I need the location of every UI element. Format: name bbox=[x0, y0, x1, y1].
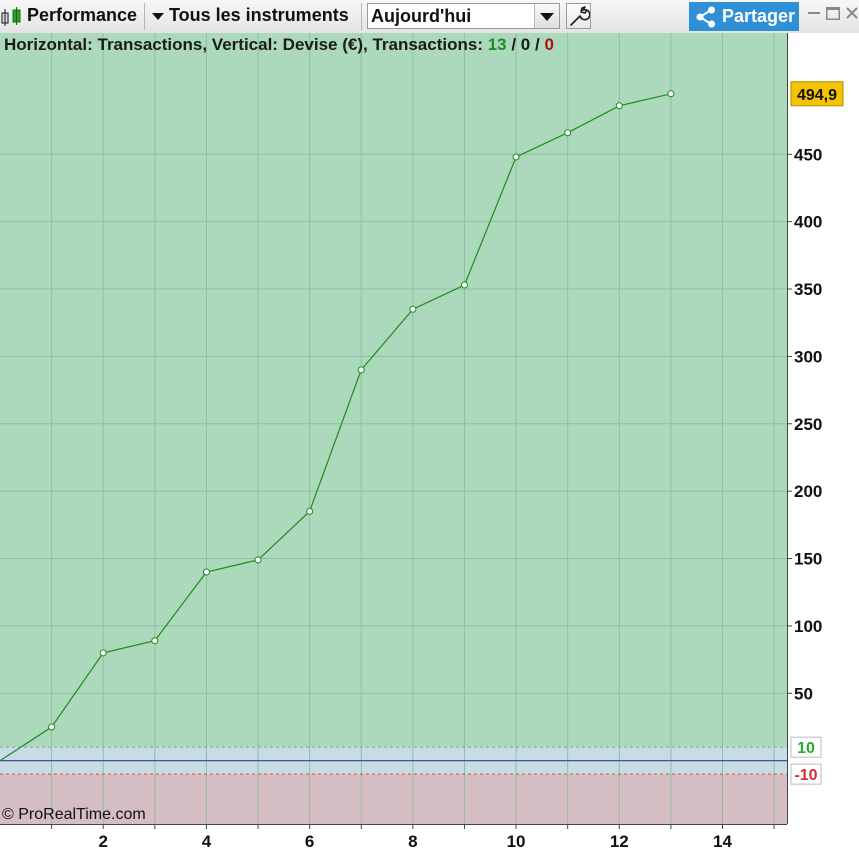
close-icon[interactable] bbox=[845, 5, 859, 21]
y-tick-label: 200 bbox=[794, 482, 822, 501]
neutral-trades-count: 0 bbox=[520, 35, 531, 54]
data-point bbox=[202, 568, 210, 576]
data-point bbox=[615, 102, 623, 110]
performance-label[interactable]: Performance bbox=[27, 5, 137, 26]
period-select-arrow[interactable] bbox=[534, 4, 559, 28]
lower-threshold-label: -10 bbox=[794, 767, 817, 784]
chart-header: Horizontal: Transactions, Vertical: Devi… bbox=[4, 35, 554, 55]
x-tick-label: 2 bbox=[98, 832, 107, 851]
last-value-label: 494,9 bbox=[797, 87, 837, 104]
chevron-down-icon bbox=[540, 13, 554, 21]
copyright: © ProRealTime.com bbox=[2, 806, 146, 823]
x-tick-label: 12 bbox=[610, 832, 629, 851]
toolbar: Performance Tous les instruments Aujourd… bbox=[0, 0, 859, 34]
share-button[interactable]: Partager bbox=[689, 2, 799, 31]
data-point bbox=[306, 507, 314, 515]
chart-area[interactable]: 50 100 150 200 250 300 350 400 450 2 4 6 8 10 12 14 49… bbox=[0, 33, 859, 853]
profit-zone bbox=[0, 33, 787, 748]
upper-threshold-label: 10 bbox=[797, 740, 815, 757]
data-point bbox=[512, 153, 520, 161]
y-tick-label: 100 bbox=[794, 617, 822, 636]
minimize-icon[interactable] bbox=[808, 12, 820, 14]
data-point bbox=[48, 723, 56, 731]
x-tick-label: 6 bbox=[305, 832, 314, 851]
share-icon bbox=[696, 6, 715, 28]
y-tick-label: 450 bbox=[794, 145, 822, 164]
y-tick-label: 400 bbox=[794, 213, 822, 232]
data-point bbox=[564, 129, 572, 137]
x-tick-label: 10 bbox=[507, 832, 526, 851]
header-separator: / bbox=[506, 35, 521, 54]
y-tick-label: 350 bbox=[794, 280, 822, 299]
y-tick-label: 150 bbox=[794, 550, 822, 569]
y-tick-label: 50 bbox=[794, 684, 813, 703]
x-tick-label: 4 bbox=[202, 832, 212, 851]
header-separator: / bbox=[530, 35, 545, 54]
x-axis-panel[interactable] bbox=[0, 824, 787, 853]
maximize-icon[interactable] bbox=[826, 7, 840, 20]
candlestick-icon[interactable] bbox=[0, 6, 24, 28]
x-tick-label: 8 bbox=[408, 832, 417, 851]
period-select-value: Aujourd'hui bbox=[371, 6, 472, 26]
data-point bbox=[667, 90, 675, 98]
period-select[interactable]: Aujourd'hui bbox=[367, 3, 560, 29]
data-point bbox=[357, 366, 365, 374]
winning-trades-count: 13 bbox=[487, 35, 507, 54]
instruments-dropdown[interactable]: Tous les instruments bbox=[169, 5, 349, 26]
toolbar-divider bbox=[361, 3, 362, 30]
data-point bbox=[99, 649, 107, 657]
wrench-icon bbox=[570, 6, 591, 26]
performance-chart[interactable]: 50100150200250300350400450 2 4 6 8 10 12 14 49… bbox=[0, 33, 859, 853]
data-point bbox=[460, 281, 468, 289]
settings-button[interactable] bbox=[566, 3, 591, 29]
y-tick-label: 250 bbox=[794, 415, 822, 434]
data-point bbox=[151, 637, 159, 645]
caret-down-icon[interactable] bbox=[152, 13, 164, 21]
y-tick-label: 300 bbox=[794, 347, 822, 366]
data-point bbox=[409, 305, 417, 313]
toolbar-divider bbox=[144, 3, 145, 30]
share-button-label: Partager bbox=[722, 6, 796, 26]
data-point bbox=[254, 556, 262, 564]
chart-header-prefix: Horizontal: Transactions, Vertical: Devi… bbox=[4, 35, 488, 54]
losing-trades-count: 0 bbox=[544, 35, 554, 54]
x-tick-label: 14 bbox=[713, 832, 732, 851]
